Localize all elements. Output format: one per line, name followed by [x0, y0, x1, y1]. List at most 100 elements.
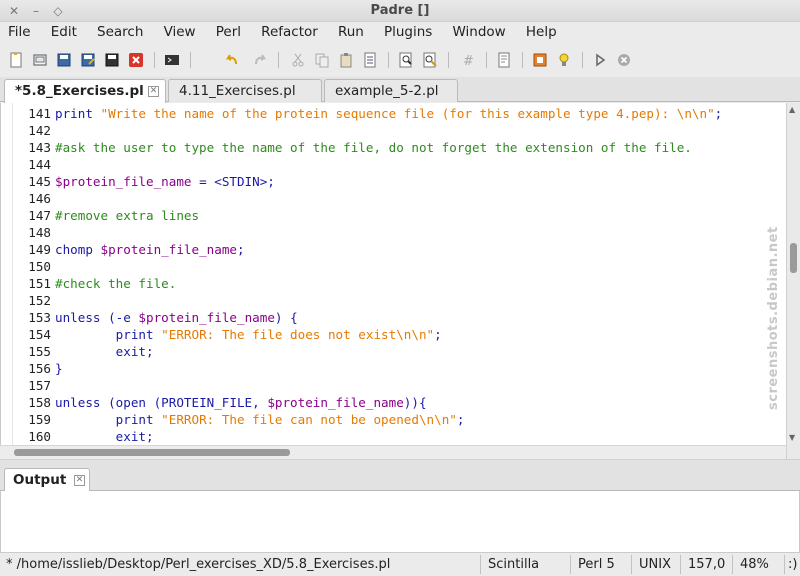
cut-icon[interactable]	[288, 50, 308, 70]
tab-example-5-2[interactable]: example_5-2.pl	[324, 79, 458, 102]
code-text: print "Write the name of the protein seq…	[55, 105, 722, 122]
code-editor[interactable]: 141 print "Write the name of the protein …	[0, 103, 786, 445]
copy-icon[interactable]	[312, 50, 332, 70]
find-replace-icon[interactable]	[420, 50, 440, 70]
code-token: print	[55, 327, 162, 342]
code-line[interactable]: 142	[1, 122, 786, 139]
menu-help[interactable]: Help	[518, 22, 565, 40]
redo-icon[interactable]	[250, 50, 270, 70]
code-line[interactable]: 160 exit;	[1, 428, 786, 445]
status-bar: * /home/isslieb/Desktop/Perl_exercises_X…	[0, 552, 800, 576]
code-line[interactable]: 145 $protein_file_name = <STDIN>;	[1, 173, 786, 190]
code-line[interactable]: 159 print "ERROR: The file can not be op…	[1, 411, 786, 428]
title-bar: ✕ – ◇ Padre []	[0, 0, 800, 22]
code-line[interactable]: 141 print "Write the name of the protein …	[1, 105, 786, 122]
new-file-icon[interactable]	[6, 50, 26, 70]
menu-search[interactable]: Search	[89, 22, 151, 40]
code-line[interactable]: 153 unless (-e $protein_file_name) {	[1, 309, 786, 326]
code-line[interactable]: 146	[1, 190, 786, 207]
line-number: 156	[28, 361, 51, 376]
save-icon[interactable]	[54, 50, 74, 70]
code-text: chomp $protein_file_name;	[55, 241, 245, 258]
status-newline[interactable]: UNIX	[639, 557, 671, 572]
run-icon[interactable]	[590, 50, 610, 70]
code-text: unless (open (PROTEIN_FILE, $protein_fil…	[55, 394, 427, 411]
code-text: print "ERROR: The file can not be opened…	[55, 411, 465, 428]
stop-icon[interactable]	[614, 50, 634, 70]
close-tab-icon[interactable]: ✕	[148, 86, 159, 97]
code-line[interactable]: 144	[1, 156, 786, 173]
find-icon[interactable]	[396, 50, 416, 70]
svg-text:#: #	[463, 54, 474, 68]
close-file-icon[interactable]	[126, 50, 146, 70]
command-line-icon[interactable]	[162, 50, 182, 70]
editor-vertical-scrollbar[interactable]: ▲ ▼	[786, 103, 800, 462]
code-line[interactable]: 155 exit;	[1, 343, 786, 360]
watermark: screenshots.debian.net	[766, 226, 781, 410]
code-line[interactable]: 152	[1, 292, 786, 309]
code-text: exit;	[55, 343, 154, 360]
code-line[interactable]: 154 print "ERROR: The file does not exis…	[1, 326, 786, 343]
code-line[interactable]: 151 #check the file.	[1, 275, 786, 292]
code-token: $protein_file_name	[55, 174, 192, 189]
window-title: Padre []	[370, 3, 430, 18]
code-token: ;	[146, 429, 154, 444]
scroll-down-icon[interactable]: ▼	[789, 433, 795, 442]
close-tab-icon[interactable]: ✕	[74, 475, 85, 486]
save-as-icon[interactable]	[78, 50, 98, 70]
comment-icon[interactable]: #	[458, 50, 478, 70]
tab-label: Output	[13, 472, 67, 488]
doc-stats-icon[interactable]	[494, 50, 514, 70]
menu-plugins[interactable]: Plugins	[376, 22, 440, 40]
code-token: )){	[403, 395, 427, 410]
open-resource-icon[interactable]	[530, 50, 550, 70]
open-file-icon[interactable]	[30, 50, 50, 70]
tip-icon[interactable]	[554, 50, 574, 70]
line-number: 150	[28, 259, 51, 274]
code-line[interactable]: 147 #remove extra lines	[1, 207, 786, 224]
menu-perl[interactable]: Perl	[208, 22, 249, 40]
status-lexer: Scintilla	[488, 557, 540, 572]
code-token: $protein_file_name	[267, 395, 404, 410]
code-line[interactable]: 156}	[1, 360, 786, 377]
line-number: 151	[28, 276, 51, 291]
scroll-up-icon[interactable]: ▲	[789, 105, 795, 114]
code-line[interactable]: 150	[1, 258, 786, 275]
editor-horizontal-scrollbar[interactable]	[0, 445, 786, 459]
code-token: unless	[55, 395, 109, 410]
menu-file[interactable]: File	[0, 22, 39, 40]
line-number: 144	[28, 157, 51, 172]
code-token: (open (PROTEIN_FILE,	[108, 395, 268, 410]
code-text: unless (-e $protein_file_name) {	[55, 309, 298, 326]
code-line[interactable]: 158 unless (open (PROTEIN_FILE, $protein_…	[1, 394, 786, 411]
tab-output[interactable]: Output ✕	[4, 468, 90, 492]
code-line[interactable]: 149 chomp $protein_file_name;	[1, 241, 786, 258]
output-area[interactable]	[0, 491, 800, 552]
save-all-icon[interactable]	[102, 50, 122, 70]
line-number: 143	[28, 140, 51, 155]
line-number: 160	[28, 429, 51, 444]
code-line[interactable]: 143 #ask the user to type the name of the…	[1, 139, 786, 156]
undo-icon[interactable]	[222, 50, 242, 70]
menu-view[interactable]: View	[156, 22, 204, 40]
code-token: ) {	[274, 310, 298, 325]
panel-splitter[interactable]	[0, 459, 800, 466]
status-language[interactable]: Perl 5	[578, 557, 615, 572]
code-text: $protein_file_name = <STDIN>;	[55, 173, 275, 190]
menu-window[interactable]: Window	[444, 22, 513, 40]
scroll-thumb[interactable]	[14, 449, 290, 456]
menu-refactor[interactable]: Refactor	[253, 22, 326, 40]
status-extra: :)	[788, 557, 798, 572]
select-all-icon[interactable]	[360, 50, 380, 70]
paste-icon[interactable]	[336, 50, 356, 70]
code-line[interactable]: 157	[1, 377, 786, 394]
tab-4-11-exercises[interactable]: 4.11_Exercises.pl	[168, 79, 322, 102]
tab-5-8-exercises[interactable]: *5.8_Exercises.pl ✕	[4, 79, 166, 103]
line-number: 141	[28, 106, 51, 121]
menu-edit[interactable]: Edit	[43, 22, 85, 40]
code-line[interactable]: 148	[1, 224, 786, 241]
scroll-thumb[interactable]	[790, 243, 797, 273]
code-token: #ask the user to type the name of the fi…	[55, 140, 692, 155]
menu-run[interactable]: Run	[330, 22, 372, 40]
line-number: 149	[28, 242, 51, 257]
